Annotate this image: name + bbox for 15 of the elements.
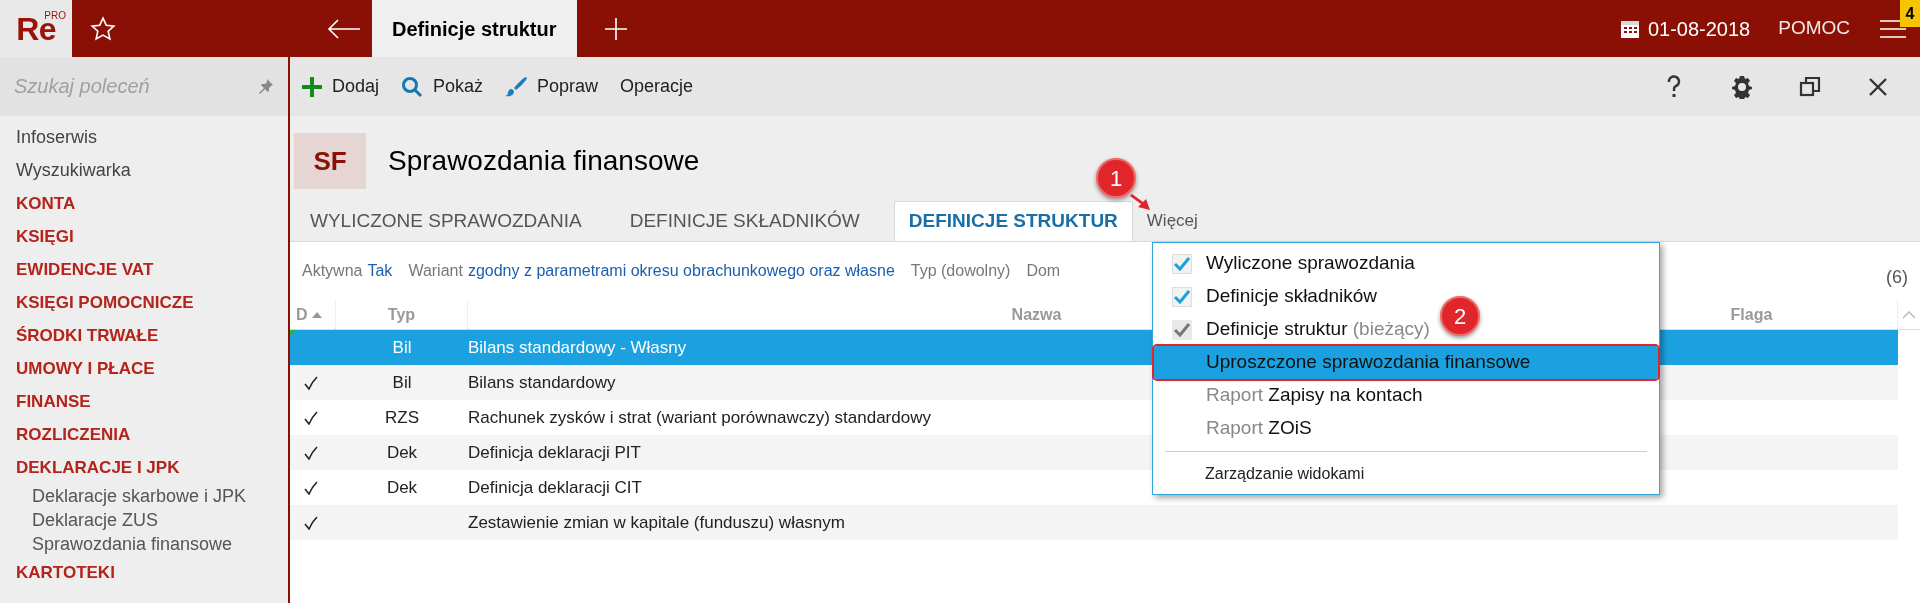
table-cell-text: RZS [385, 406, 419, 429]
table-cell-text: Bilans standardowy - Własny [468, 336, 687, 359]
module-title: Sprawozdania finansowe [388, 144, 700, 178]
module-badge: SF [294, 133, 366, 189]
table-cell-text: Dek [386, 476, 418, 499]
record-count: (6) [1886, 266, 1908, 289]
table-cell-text: Bil [392, 336, 412, 359]
table-cell-text: Zestawienie zmian w kapitale (funduszu) własnym [468, 511, 845, 534]
notification-badge: 4 [1900, 0, 1920, 27]
table-cell-text: Definicja deklaracji CIT [468, 476, 642, 499]
table-cell-text: Rachunek zysków i strat (wariant porównawczy) standardowy [468, 406, 931, 429]
table-cell-text: Bilans standardowy [468, 371, 616, 394]
table-cell-text: Bil [392, 371, 412, 394]
table-cell-text: Dek [386, 441, 418, 464]
table-cell-text: Definicja deklaracji PIT [468, 441, 641, 464]
